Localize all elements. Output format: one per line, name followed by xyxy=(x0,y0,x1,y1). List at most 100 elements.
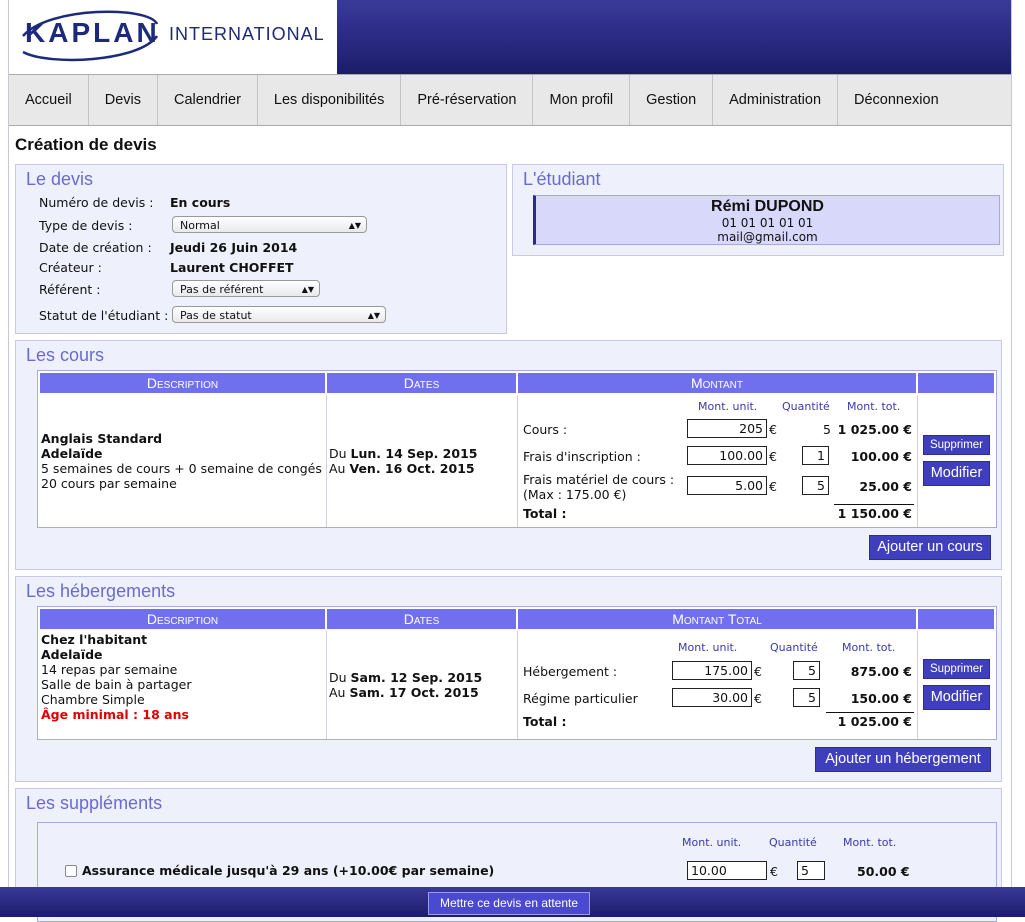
main-nav: Accueil Devis Calendrier Les disponibili… xyxy=(9,74,1011,126)
hebergements-panel: Les hébergements Description Dates Monta… xyxy=(15,576,1002,782)
heb-description: Chez l'habitant Adelaïde 14 repas par se… xyxy=(41,632,191,722)
nav-devis[interactable]: Devis xyxy=(89,75,159,125)
regime-unit-input[interactable]: 30.00 xyxy=(672,688,752,707)
nav-administration[interactable]: Administration xyxy=(713,75,839,125)
supplement-qty-input[interactable]: 5 xyxy=(797,861,825,880)
numero-label: Numéro de devis : xyxy=(39,195,154,210)
student-name: Rémi DUPOND xyxy=(711,198,824,215)
type-select-value: Normal xyxy=(180,219,220,232)
heb-detail: Salle de bain à partager xyxy=(41,677,192,692)
divider xyxy=(917,631,918,739)
total-divider xyxy=(826,712,914,713)
heb-dates: Du Sam. 12 Sep. 2015 Au Sam. 17 Oct. 201… xyxy=(329,670,482,700)
nav-deconnexion[interactable]: Déconnexion xyxy=(838,75,955,125)
createur-value: Laurent CHOFFET xyxy=(170,260,294,275)
nav-accueil[interactable]: Accueil xyxy=(9,75,89,125)
heb-qty-input[interactable]: 5 xyxy=(793,661,820,680)
heb-age-min: Âge minimal : 18 ans xyxy=(41,707,189,722)
col-tot-header: Mont. tot. xyxy=(847,400,901,413)
col-qty-header: Quantité xyxy=(769,836,817,849)
statut-select-value: Pas de statut xyxy=(180,309,252,322)
materiel-qty-input[interactable]: 5 xyxy=(802,476,829,495)
cours-row-sublabel: (Max : 175.00 €) xyxy=(523,487,627,502)
divider xyxy=(326,631,327,739)
nav-mon-profil[interactable]: Mon profil xyxy=(533,75,631,125)
date-prefix: Du xyxy=(329,670,347,685)
kaplan-logo[interactable]: KAPLAN INTERNATIONAL xyxy=(9,0,337,74)
heb-header-actions xyxy=(918,609,994,629)
heb-row-total: 875.00 € xyxy=(850,664,912,679)
heb-delete-button[interactable]: Supprimer xyxy=(923,659,990,679)
statut-select[interactable]: Pas de statut ▲▼ xyxy=(172,306,386,323)
etudiant-panel-title: L'étudiant xyxy=(523,169,601,189)
frais-unit-input[interactable]: 100.00 xyxy=(687,446,767,465)
supplement-label: Assurance médicale jusqu'à 29 ans (+10.0… xyxy=(82,863,495,878)
supplements-panel-title: Les suppléments xyxy=(26,793,163,813)
student-email: mail@gmail.com xyxy=(717,230,818,244)
bottom-action-bar: Mettre ce devis en attente xyxy=(0,887,1025,917)
etudiant-panel: L'étudiant Rémi DUPOND 01 01 01 01 01 ma… xyxy=(512,164,1004,256)
nav-pre-reservation[interactable]: Pré-réservation xyxy=(401,75,534,125)
cours-header-montant: Montant xyxy=(518,373,916,393)
cours-dates: Du Lun. 14 Sep. 2015 Au Ven. 16 Oct. 201… xyxy=(329,446,477,476)
date-prefix: Au xyxy=(329,461,346,476)
devis-panel: Le devis Numéro de devis : En cours Type… xyxy=(15,164,507,334)
heb-header-description: Description xyxy=(40,609,325,629)
supplement-checkbox[interactable] xyxy=(65,865,77,877)
divider xyxy=(326,395,327,527)
currency: € xyxy=(770,864,778,879)
cours-edit-button[interactable]: Modifier xyxy=(923,461,990,486)
cours-header-description: Description xyxy=(40,373,325,393)
cours-total-value: 1 150.00 € xyxy=(837,506,912,521)
cours-row-total: 25.00 € xyxy=(859,479,912,494)
select-arrows-icon: ▲▼ xyxy=(367,311,380,320)
nav-gestion[interactable]: Gestion xyxy=(630,75,714,125)
cours-row-total: 100.00 € xyxy=(850,449,912,464)
heb-detail: 14 repas par semaine xyxy=(41,662,178,677)
cours-title: Anglais Standard xyxy=(41,431,163,446)
nav-calendrier[interactable]: Calendrier xyxy=(158,75,258,125)
logo-tagline: INTERNATIONAL xyxy=(169,24,325,44)
heb-edit-button[interactable]: Modifier xyxy=(923,685,990,710)
put-on-hold-button[interactable]: Mettre ce devis en attente xyxy=(428,892,590,915)
nav-disponibilites[interactable]: Les disponibilités xyxy=(258,75,402,125)
type-select[interactable]: Normal ▲▼ xyxy=(172,216,367,233)
cours-total-label: Total : xyxy=(523,506,567,521)
col-tot-header: Mont. tot. xyxy=(842,641,896,654)
cours-unit-input[interactable]: 205 xyxy=(687,419,767,438)
currency: € xyxy=(769,422,777,437)
materiel-unit-input[interactable]: 5.00 xyxy=(687,476,767,495)
page: KAPLAN INTERNATIONAL Accueil Devis Calen… xyxy=(8,0,1012,922)
devis-panel-title: Le devis xyxy=(26,169,94,189)
student-phone: 01 01 01 01 01 xyxy=(721,216,814,230)
frais-qty-input[interactable]: 1 xyxy=(802,446,829,465)
divider xyxy=(517,395,518,527)
add-cours-button[interactable]: Ajouter un cours xyxy=(869,535,991,560)
heb-unit-input[interactable]: 175.00 xyxy=(672,661,752,680)
heb-total-label: Total : xyxy=(523,714,567,729)
currency: € xyxy=(769,479,777,494)
supplement-unit-input[interactable]: 10.00 xyxy=(687,861,767,880)
referent-select[interactable]: Pas de référent ▲▼ xyxy=(172,280,320,297)
heb-row-label: Régime particulier xyxy=(523,691,638,706)
currency: € xyxy=(754,691,762,706)
cours-detail: 20 cours par semaine xyxy=(41,476,177,491)
total-divider xyxy=(834,504,914,505)
divider xyxy=(517,631,518,739)
add-hebergement-button[interactable]: Ajouter un hébergement xyxy=(815,747,991,772)
cours-delete-button[interactable]: Supprimer xyxy=(923,435,990,455)
cours-table: Description Dates Montant Anglais Standa… xyxy=(37,370,997,528)
heb-total-value: 1 025.00 € xyxy=(837,714,912,729)
createur-label: Créateur : xyxy=(39,260,102,275)
student-card: Rémi DUPOND 01 01 01 01 01 mail@gmail.co… xyxy=(533,195,1000,245)
cours-row-label: Frais matériel de cours : xyxy=(523,472,675,487)
header-banner xyxy=(337,0,1011,74)
cours-row-total: 1 025.00 € xyxy=(837,422,912,437)
logo-brand: KAPLAN xyxy=(25,17,160,48)
date-to: Ven. 16 Oct. 2015 xyxy=(349,461,475,476)
hebergements-table: Description Dates Montant Total Chez l'h… xyxy=(37,606,997,740)
regime-qty-input[interactable]: 5 xyxy=(793,688,820,707)
cours-header-actions xyxy=(918,373,994,393)
heb-header-montant: Montant Total xyxy=(518,609,916,629)
date-to: Sam. 17 Oct. 2015 xyxy=(349,685,479,700)
